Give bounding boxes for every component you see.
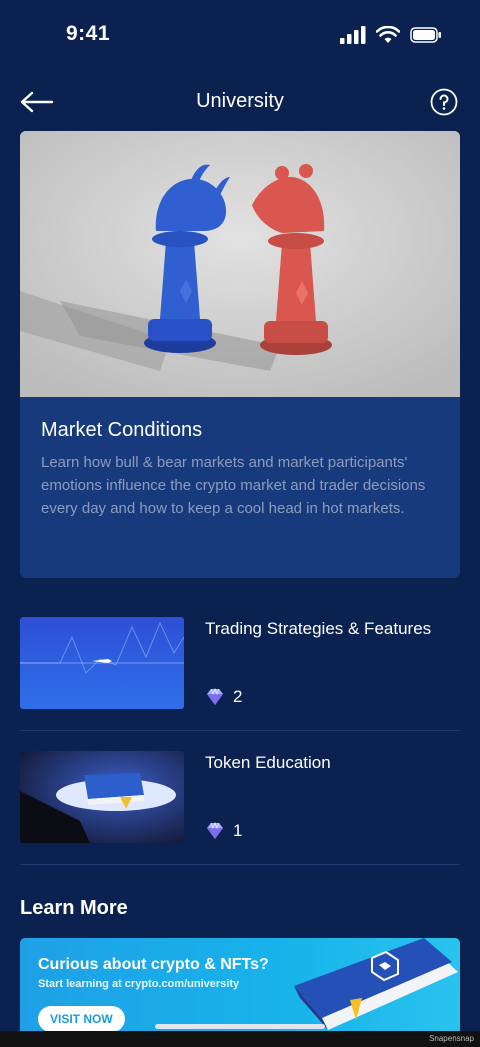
divider [20, 730, 460, 731]
watermark: Snapensnap [429, 1034, 474, 1043]
book-logo-illustration [294, 938, 458, 1030]
token-book-thumbnail [20, 751, 184, 843]
lesson-count-badge: 2 [205, 687, 242, 707]
bottom-strip [0, 1031, 480, 1047]
course-title: Token Education [205, 753, 331, 772]
lesson-count: 1 [233, 821, 243, 840]
lesson-count-badge: 1 [205, 821, 242, 841]
visit-now-button[interactable]: VISIT NOW [38, 1006, 125, 1032]
featured-course-title: Market Conditions [41, 419, 203, 441]
course-title: Trading Strategies & Features [205, 619, 432, 638]
featured-course-description: Learn how bull & bear markets and market… [41, 454, 426, 517]
home-indicator[interactable] [155, 1024, 325, 1029]
featured-course-card[interactable]: Market Conditions Learn how bull & bear … [20, 131, 460, 578]
promo-headline: Curious about crypto & NFTs? [38, 956, 269, 973]
signal-icon [340, 26, 366, 44]
page-title: University [196, 90, 284, 112]
course-item-trading-strategies[interactable]: Trading Strategies & Features 2 [20, 617, 460, 731]
trading-chart-thumbnail [20, 617, 184, 709]
diamond-icon [207, 688, 223, 705]
nav-bar: University [0, 80, 480, 124]
bull-bear-chess-illustration [20, 131, 460, 397]
promo-subline: Start learning at crypto.com/university [38, 978, 240, 990]
university-promo-banner[interactable]: Curious about crypto & NFTs? Start learn… [20, 938, 460, 1038]
wifi-icon [376, 26, 400, 43]
divider [20, 864, 460, 865]
status-bar: 9:41 [0, 0, 480, 72]
battery-icon [410, 27, 441, 43]
learn-more-title: Learn More [20, 897, 128, 919]
course-item-token-education[interactable]: Token Education 1 [20, 751, 460, 865]
help-icon[interactable] [430, 88, 458, 116]
status-icons [340, 26, 442, 44]
lesson-count: 2 [233, 687, 243, 706]
status-time: 9:41 [66, 22, 111, 45]
diamond-icon [207, 822, 223, 839]
